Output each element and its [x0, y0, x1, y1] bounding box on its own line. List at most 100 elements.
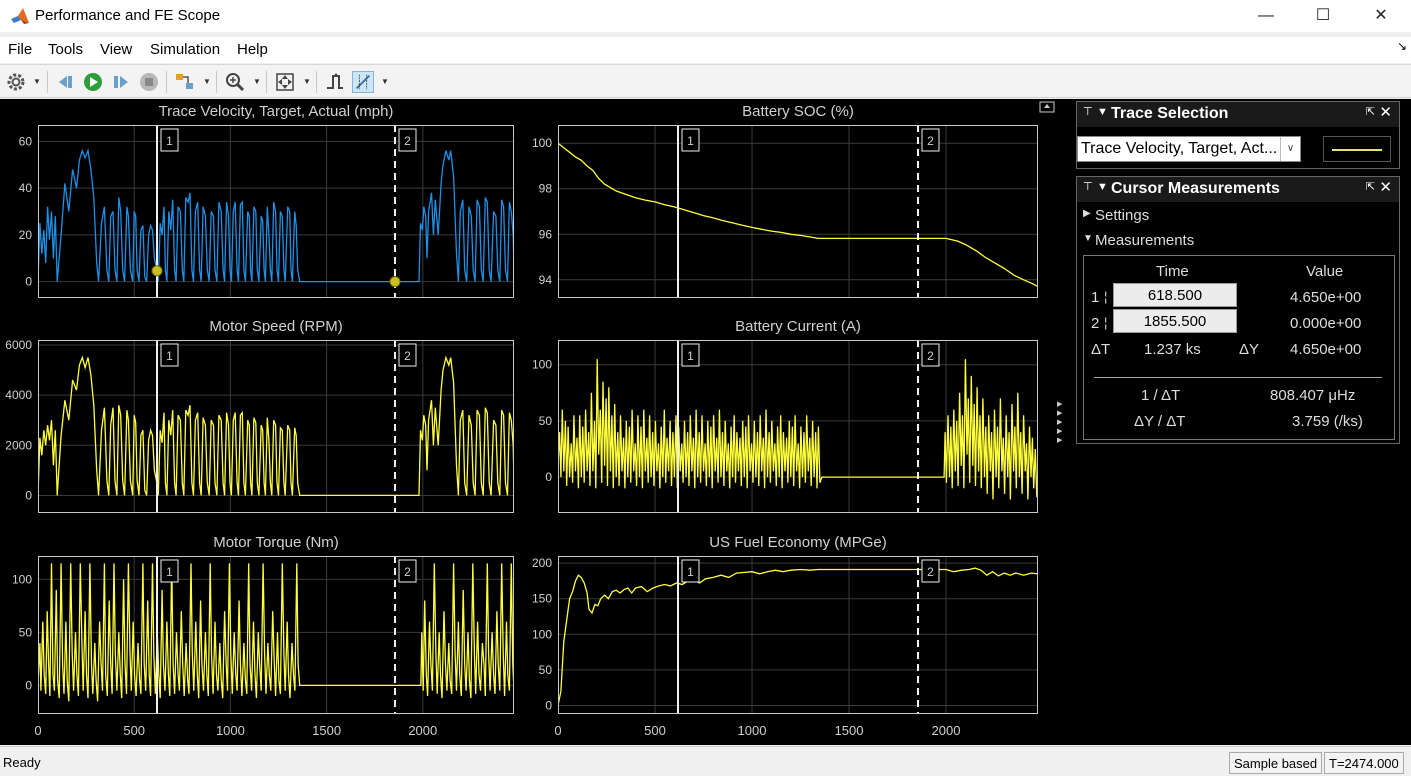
highlight-dropdown-icon[interactable]: ▼: [203, 77, 211, 86]
y-tick-label: 50: [539, 414, 553, 428]
menu-file[interactable]: File: [8, 41, 32, 58]
plot-title: Trace Velocity, Target, Actual (mph): [158, 103, 394, 120]
cursor-label: 2: [404, 134, 411, 148]
close-icon[interactable]: ✕: [1379, 178, 1392, 196]
plot-title: Motor Speed (RPM): [209, 318, 343, 335]
y-tick-label: 6000: [5, 338, 32, 352]
pin-icon[interactable]: ⊤: [1083, 105, 1093, 118]
cursor-label: 1: [166, 349, 173, 363]
collapse-arrow-icon[interactable]: ▼: [1097, 181, 1108, 193]
cursor2-time-field[interactable]: 1855.500: [1113, 309, 1237, 333]
settings-dropdown-icon[interactable]: ▼: [33, 77, 41, 86]
measurements-dropdown-icon[interactable]: ▼: [381, 77, 389, 86]
zoom-dropdown-icon[interactable]: ▼: [253, 77, 261, 86]
y-tick-label: 2000: [5, 438, 32, 452]
plot-title: Motor Torque (Nm): [213, 534, 339, 551]
signal-trace: [558, 359, 1038, 500]
y-tick-label: 40: [19, 181, 33, 195]
menu-tools[interactable]: Tools: [48, 41, 83, 58]
plot-title: Battery SOC (%): [742, 103, 854, 120]
highlight-block-icon[interactable]: [174, 71, 196, 93]
y-tick-label: 60: [19, 134, 33, 148]
cursor-measurements-title: Cursor Measurements: [1111, 180, 1280, 197]
window-title: Performance and FE Scope: [35, 7, 221, 24]
collapse-arrow-icon[interactable]: ▼: [1097, 106, 1108, 118]
x-tick-label: 500: [123, 723, 145, 738]
signal-trace: [558, 142, 1038, 288]
line-style-swatch[interactable]: [1323, 136, 1391, 162]
y-tick-label: 150: [532, 592, 552, 606]
close-button[interactable]: ✕: [1352, 0, 1410, 32]
measurements-collapse-icon[interactable]: ▼: [1083, 233, 1093, 244]
run-icon[interactable]: [82, 71, 104, 93]
x-tick-label: 1500: [835, 723, 864, 738]
stop-icon[interactable]: [138, 71, 160, 93]
x-tick-label: 2000: [408, 723, 437, 738]
y-tick-label: 96: [539, 227, 553, 241]
plot-axes[interactable]: 0501001502000 500 1000 1500 20001 2: [532, 556, 1038, 738]
chevron-down-icon[interactable]: ∨: [1280, 137, 1300, 161]
maximize-button[interactable]: ☐: [1294, 0, 1352, 32]
trace-select-dropdown[interactable]: Trace Velocity, Target, Act... ∨: [1077, 136, 1301, 162]
title-bar: Performance and FE Scope — ☐ ✕: [0, 0, 1411, 32]
measurements-table: Time Value 1 ¦ 618.500 4.650e+00 2 ¦ 185…: [1083, 255, 1395, 440]
collapse-toolstrip-icon[interactable]: ↘: [1397, 39, 1407, 53]
pin-icon[interactable]: ⊤: [1083, 180, 1093, 193]
trigger-icon[interactable]: [324, 71, 346, 93]
toolbar-separator: [47, 71, 48, 93]
plot-frame: [558, 556, 1038, 714]
plot-axes[interactable]: 0 2000 4000 6000 1 2: [5, 338, 514, 513]
status-sample-mode: Sample based: [1229, 752, 1323, 774]
x-tick-label: 500: [644, 723, 666, 738]
delta-y-label: ΔY: [1239, 341, 1260, 358]
cursor-1-marker: [151, 265, 163, 277]
x-tick-label: 2000: [932, 723, 961, 738]
menu-simulation[interactable]: Simulation: [150, 41, 220, 58]
measurements-divider: [1094, 377, 1382, 378]
x-tick-label: 0: [554, 723, 561, 738]
menu-view[interactable]: View: [100, 41, 132, 58]
plot-axes[interactable]: 0 20 40 60 1 2: [19, 125, 514, 298]
solid-cursor-icon: ¦: [1104, 289, 1108, 304]
step-back-icon[interactable]: [55, 71, 77, 93]
delta-t-label: ΔT: [1091, 341, 1111, 358]
cursor1-time-field[interactable]: 618.500: [1113, 283, 1237, 307]
step-forward-icon[interactable]: [110, 71, 132, 93]
panel-expander-handle[interactable]: ▶ ▶ ▶ ▶ ▶: [1057, 400, 1067, 445]
y-tick-label: 0: [25, 488, 32, 502]
y-tick-label: 0: [545, 470, 552, 484]
settings-expand-icon[interactable]: ▶: [1083, 208, 1091, 219]
plot-title: US Fuel Economy (MPGe): [709, 534, 887, 551]
menu-help[interactable]: Help: [237, 41, 268, 58]
plot-axes[interactable]: 94 96 98 100 1 2: [532, 125, 1038, 298]
value-header: Value: [1306, 263, 1344, 280]
minimize-button[interactable]: —: [1237, 0, 1295, 32]
settings-section[interactable]: Settings: [1095, 207, 1149, 224]
cursor-measurements-icon[interactable]: [352, 71, 374, 93]
undock-panel-icon[interactable]: [1039, 101, 1055, 113]
cursor-label: 1: [166, 565, 173, 579]
cursor-label: 1: [687, 565, 694, 579]
delta-y-value: 4.650e+00: [1290, 341, 1362, 358]
cursor2-value: 0.000e+00: [1290, 315, 1362, 332]
delta-t-value: 1.237 ks: [1144, 341, 1201, 358]
undock-icon[interactable]: ⇱: [1366, 105, 1375, 118]
x-tick-label: 1000: [216, 723, 245, 738]
toolbar-separator: [166, 71, 167, 93]
undock-icon[interactable]: ⇱: [1366, 180, 1375, 193]
fit-dropdown-icon[interactable]: ▼: [303, 77, 311, 86]
x-tick-label: 0: [34, 723, 41, 738]
matlab-logo-icon: [11, 8, 29, 24]
zoom-icon[interactable]: [224, 71, 246, 93]
close-icon[interactable]: ✕: [1379, 103, 1392, 121]
plot-axes[interactable]: 0501000 500 1000 1500 20001 2: [12, 556, 514, 738]
y-tick-label: 4000: [5, 388, 32, 402]
gear-icon[interactable]: [5, 71, 27, 93]
y-tick-label: 0: [25, 275, 32, 289]
measurements-section[interactable]: Measurements: [1095, 232, 1194, 249]
fit-to-view-icon[interactable]: [274, 71, 296, 93]
slope-label: ΔY / ΔT: [1134, 413, 1186, 430]
time-header: Time: [1156, 263, 1189, 280]
dashed-cursor-icon: ¦: [1104, 315, 1108, 330]
plot-axes[interactable]: 0 50 100 1 2: [532, 340, 1038, 513]
